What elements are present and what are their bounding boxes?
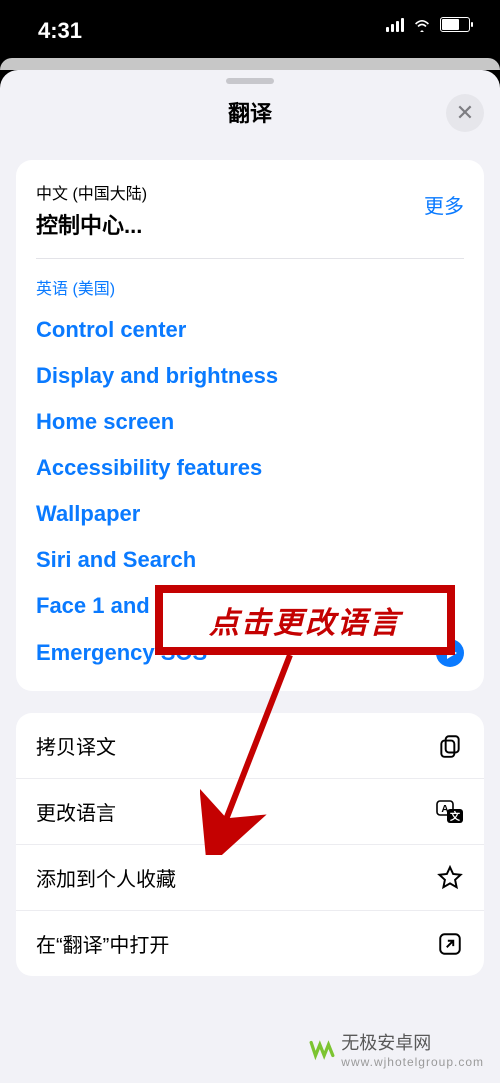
sheet-header: 翻译 ✕ bbox=[0, 84, 500, 146]
annotation-text: 点击更改语言 bbox=[209, 598, 401, 642]
translate-sheet: 翻译 ✕ 中文 (中国大陆) 控制中心... 更多 英语 (美国) Contro… bbox=[0, 70, 500, 1083]
status-icons bbox=[386, 16, 470, 32]
watermark-text-group: 无极安卓网 www.wjhotelgroup.com bbox=[341, 1029, 484, 1069]
svg-text:文: 文 bbox=[450, 810, 461, 823]
translation-item[interactable]: Wallpaper bbox=[36, 491, 464, 537]
more-button[interactable]: 更多 bbox=[424, 190, 464, 219]
action-list: 拷贝译文 更改语言 A 文 bbox=[16, 713, 484, 976]
action-label: 在“翻译”中打开 bbox=[36, 929, 169, 958]
status-time: 4:31 bbox=[38, 18, 82, 44]
translation-item[interactable]: Siri and Search bbox=[36, 537, 464, 583]
translation-item[interactable]: Control center bbox=[36, 307, 464, 353]
cellular-signal-icon bbox=[386, 16, 404, 32]
action-label: 添加到个人收藏 bbox=[36, 863, 176, 892]
translate-icon: A 文 bbox=[436, 798, 464, 826]
close-button[interactable]: ✕ bbox=[446, 94, 484, 132]
translation-item[interactable]: Accessibility features bbox=[36, 445, 464, 491]
watermark-url: www.wjhotelgroup.com bbox=[341, 1055, 484, 1069]
annotation-callout: 点击更改语言 bbox=[155, 585, 455, 655]
change-language-row[interactable]: 更改语言 A 文 bbox=[16, 779, 484, 845]
watermark-logo-icon bbox=[309, 1036, 335, 1062]
phone-screen: 4:31 翻译 ✕ 中文 (中国大陆) 控制中心... 更多 bbox=[0, 0, 500, 1083]
battery-icon bbox=[440, 17, 470, 32]
status-bar: 4:31 bbox=[0, 0, 500, 58]
copy-translation-row[interactable]: 拷贝译文 bbox=[16, 713, 484, 779]
watermark-name: 无极安卓网 bbox=[341, 1029, 484, 1055]
sheet-title: 翻译 bbox=[0, 96, 500, 128]
sheet-background-card bbox=[0, 58, 500, 70]
target-language-label: 英语 (美国) bbox=[36, 275, 464, 299]
action-label: 更改语言 bbox=[36, 797, 116, 826]
translation-item[interactable]: Display and brightness bbox=[36, 353, 464, 399]
source-row: 中文 (中国大陆) 控制中心... 更多 bbox=[36, 180, 464, 259]
open-in-translate-row[interactable]: 在“翻译”中打开 bbox=[16, 911, 484, 976]
add-favorite-row[interactable]: 添加到个人收藏 bbox=[16, 845, 484, 911]
watermark: 无极安卓网 www.wjhotelgroup.com bbox=[309, 1029, 484, 1069]
close-icon: ✕ bbox=[456, 102, 474, 124]
star-icon bbox=[436, 864, 464, 892]
source-text: 控制中心... bbox=[36, 208, 464, 240]
translation-item[interactable]: Home screen bbox=[36, 399, 464, 445]
wifi-icon bbox=[412, 16, 432, 32]
copy-icon bbox=[436, 732, 464, 760]
source-language-label: 中文 (中国大陆) bbox=[36, 180, 464, 204]
action-label: 拷贝译文 bbox=[36, 731, 116, 760]
open-external-icon bbox=[436, 930, 464, 958]
